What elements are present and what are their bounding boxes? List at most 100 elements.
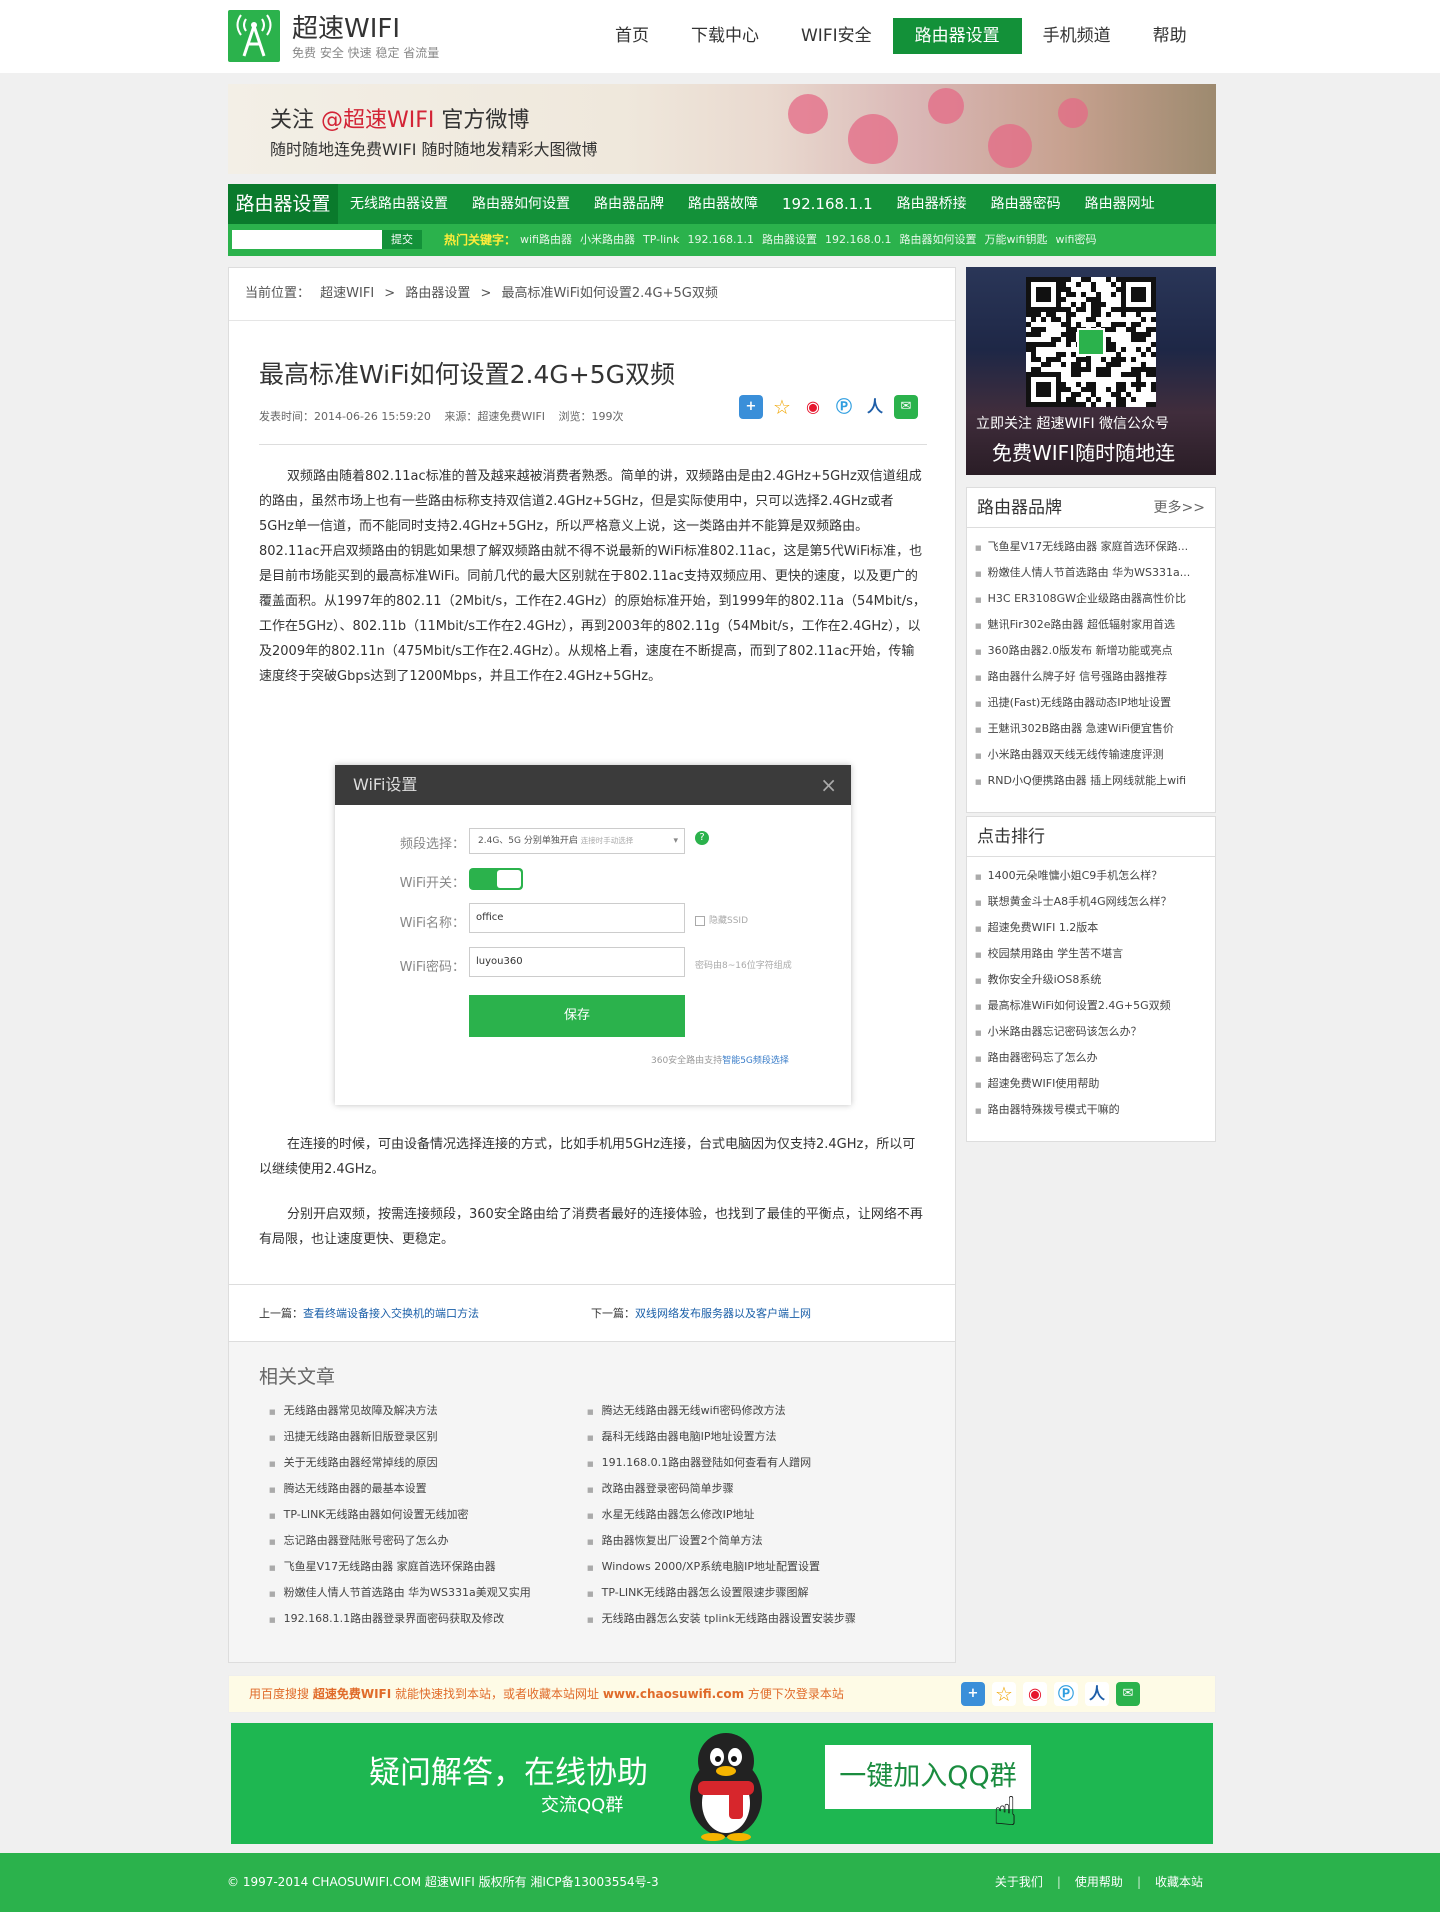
- list-item[interactable]: TP-LINK无线路由器如何设置无线加密: [269, 1502, 589, 1528]
- subnav-item[interactable]: 路由器网址: [1073, 184, 1167, 224]
- list-item[interactable]: 王魅讯302B路由器 急速WiFi便宜售价: [975, 716, 1215, 742]
- search-submit-button[interactable]: 提交: [382, 230, 422, 249]
- pengyou-icon[interactable]: Ⓟ: [832, 395, 856, 419]
- share-plus-icon[interactable]: +: [739, 395, 763, 419]
- subnav-item[interactable]: 路由器如何设置: [460, 184, 582, 224]
- list-item[interactable]: 迅捷无线路由器新旧版登录区别: [269, 1424, 589, 1450]
- hot-keyword[interactable]: 路由器如何设置: [900, 224, 977, 256]
- footer-separator: |: [1056, 1875, 1061, 1889]
- search-input[interactable]: [232, 230, 382, 249]
- nav-help[interactable]: 帮助: [1132, 18, 1208, 54]
- hot-keyword[interactable]: wifi路由器: [520, 224, 572, 256]
- subnav-item[interactable]: 路由器密码: [979, 184, 1073, 224]
- renren-icon[interactable]: 人: [863, 395, 887, 419]
- hot-keyword[interactable]: 192.168.1.1: [688, 224, 754, 256]
- list-item[interactable]: 路由器特殊拨号模式干嘛的: [975, 1097, 1215, 1123]
- list-item[interactable]: 关于无线路由器经常掉线的原因: [269, 1450, 589, 1476]
- hot-keyword[interactable]: wifi密码: [1055, 224, 1096, 256]
- subnav-item[interactable]: 路由器桥接: [885, 184, 979, 224]
- favorite-star-icon[interactable]: ☆: [992, 1682, 1016, 1706]
- renren-icon[interactable]: 人: [1085, 1682, 1109, 1706]
- nav-router-settings[interactable]: 路由器设置: [892, 18, 1022, 54]
- list-item[interactable]: 粉嫩佳人情人节首选路由 华为WS331a美观又实用: [269, 1580, 589, 1606]
- nav-downloads[interactable]: 下载中心: [670, 18, 780, 54]
- footer-link-help[interactable]: 使用帮助: [1075, 1853, 1123, 1912]
- list-item[interactable]: 腾达无线路由器无线wifi密码修改方法: [587, 1398, 947, 1424]
- list-item[interactable]: 水星无线路由器怎么修改IP地址: [587, 1502, 947, 1528]
- article-source: 来源：超速免费WIFI: [444, 410, 546, 423]
- nav-mobile[interactable]: 手机频道: [1022, 18, 1132, 54]
- list-item[interactable]: 飞鱼星V17无线路由器 家庭首选环保路...: [975, 534, 1215, 560]
- prev-article[interactable]: 上一篇：查看终端设备接入交换机的端口方法: [259, 1305, 479, 1321]
- password-label: WiFi密码：: [399, 960, 465, 975]
- next-article[interactable]: 下一篇：双线网络发布服务器以及客户端上网: [591, 1305, 811, 1321]
- hot-keyword[interactable]: TP-link: [643, 224, 680, 256]
- list-item[interactable]: H3C ER3108GW企业级路由器高性价比: [975, 586, 1215, 612]
- list-item[interactable]: 无线路由器常见故障及解决方法: [269, 1398, 589, 1424]
- list-item[interactable]: 教你安全升级iOS8系统: [975, 967, 1215, 993]
- list-item[interactable]: 迅捷(Fast)无线路由器动态IP地址设置: [975, 690, 1215, 716]
- list-item[interactable]: TP-LINK无线路由器怎么设置限速步骤图解: [587, 1580, 947, 1606]
- weibo-banner[interactable]: 关注 @超速WIFI 官方微博 随时随地连免费WIFI 随时随地发精彩大图微博: [228, 84, 1216, 174]
- list-item[interactable]: 磊科无线路由器电脑IP地址设置方法: [587, 1424, 947, 1450]
- list-item[interactable]: 忘记路由器登陆账号密码了怎么办: [269, 1528, 589, 1554]
- list-item[interactable]: 飞鱼星V17无线路由器 家庭首选环保路由器: [269, 1554, 589, 1580]
- list-item[interactable]: 1400元朵唯慵小姐C9手机怎么样？: [975, 863, 1215, 889]
- list-item[interactable]: 路由器恢复出厂设置2个简单方法: [587, 1528, 947, 1554]
- subnav-item[interactable]: 192.168.1.1: [770, 184, 885, 224]
- breadcrumb-label: 当前位置：: [245, 286, 311, 301]
- hot-keyword[interactable]: 小米路由器: [580, 224, 635, 256]
- divider: [259, 444, 927, 445]
- qq-group-banner[interactable]: 疑问解答，在线协助 交流QQ群 一键加入QQ群 ☝: [231, 1723, 1213, 1844]
- list-item[interactable]: 联想黄金斗士A8手机4G网线怎么样？: [975, 889, 1215, 915]
- list-item[interactable]: 魅讯Fir302e路由器 超低辐射家用首选: [975, 612, 1215, 638]
- subnav-item[interactable]: 无线路由器设置: [338, 184, 460, 224]
- list-item[interactable]: 小米路由器双天线无线传输速度评测: [975, 742, 1215, 768]
- share-bar: + ☆ ◉ Ⓟ 人 ✉: [961, 1682, 1147, 1706]
- subnav-title[interactable]: 路由器设置: [228, 184, 338, 224]
- list-item[interactable]: 192.168.1.1路由器登录界面密码获取及修改: [269, 1606, 589, 1632]
- list-item[interactable]: 无线路由器怎么安装 tplink无线路由器设置安装步骤: [587, 1606, 947, 1632]
- list-item[interactable]: 路由器密码忘了怎么办: [975, 1045, 1215, 1071]
- band-select: 2.4G、5G 分别单独开启 连接时手动选择 ▾: [469, 828, 685, 854]
- favorite-star-icon[interactable]: ☆: [770, 395, 794, 419]
- list-item[interactable]: 小米路由器忘记密码该怎么办？: [975, 1019, 1215, 1045]
- list-item[interactable]: 超速免费WIFI使用帮助: [975, 1071, 1215, 1097]
- list-item[interactable]: 改路由器登录密码简单步骤: [587, 1476, 947, 1502]
- hot-keyword[interactable]: 万能wifi钥匙: [985, 224, 1048, 256]
- subnav-item[interactable]: 路由器品牌: [582, 184, 676, 224]
- more-link[interactable]: 更多>>: [1154, 488, 1205, 528]
- router-subnav: 路由器设置 无线路由器设置 路由器如何设置 路由器品牌 路由器故障 192.16…: [228, 184, 1216, 224]
- nav-wifi-security[interactable]: WIFI安全: [780, 18, 893, 54]
- hot-keyword[interactable]: 192.168.0.1: [825, 224, 891, 256]
- share-plus-icon[interactable]: +: [961, 1682, 985, 1706]
- wechat-icon[interactable]: ✉: [1116, 1682, 1140, 1706]
- list-item[interactable]: 超速免费WIFI 1.2版本: [975, 915, 1215, 941]
- list-item[interactable]: 360路由器2.0版发布 新增功能或亮点: [975, 638, 1215, 664]
- save-button: 保存: [469, 995, 685, 1037]
- footer-link-about[interactable]: 关于我们: [995, 1853, 1043, 1912]
- list-item[interactable]: Windows 2000/XP系统电脑IP地址配置设置: [587, 1554, 947, 1580]
- logo-icon[interactable]: [228, 10, 280, 62]
- hot-keyword[interactable]: 路由器设置: [762, 224, 817, 256]
- wifi-password-field: luyou360: [469, 947, 685, 977]
- band-label: 频段选择：: [399, 837, 465, 852]
- list-item[interactable]: RND小Q便携路由器 插上网线就能上wifi: [975, 768, 1215, 794]
- list-item[interactable]: 校园禁用路由 学生苦不堪言: [975, 941, 1215, 967]
- logo-name[interactable]: 超速WIFI: [292, 8, 400, 45]
- weibo-icon[interactable]: ◉: [1023, 1682, 1047, 1706]
- list-item[interactable]: 最高标准WiFi如何设置2.4G+5G双频: [975, 993, 1215, 1019]
- footer-link-bookmark[interactable]: 收藏本站: [1155, 1853, 1203, 1912]
- article-body-lower: 在连接的时候，可由设备情况选择连接的方式，比如手机用5GHz连接，台式电脑因为仅…: [259, 1132, 927, 1252]
- weibo-icon[interactable]: ◉: [801, 395, 825, 419]
- subnav-item[interactable]: 路由器故障: [676, 184, 770, 224]
- list-item[interactable]: 粉嫩佳人情人节首选路由 华为WS331a...: [975, 560, 1215, 586]
- nav-home[interactable]: 首页: [594, 18, 670, 54]
- list-item[interactable]: 路由器什么牌子好 信号强路由器推荐: [975, 664, 1215, 690]
- pengyou-icon[interactable]: Ⓟ: [1054, 1682, 1078, 1706]
- breadcrumb-link-category[interactable]: 路由器设置: [405, 286, 470, 301]
- wechat-icon[interactable]: ✉: [894, 395, 918, 419]
- list-item[interactable]: 191.168.0.1路由器登陆如何查看有人蹭网: [587, 1450, 947, 1476]
- breadcrumb-link-home[interactable]: 超速WIFI: [320, 286, 374, 301]
- list-item[interactable]: 腾达无线路由器的最基本设置: [269, 1476, 589, 1502]
